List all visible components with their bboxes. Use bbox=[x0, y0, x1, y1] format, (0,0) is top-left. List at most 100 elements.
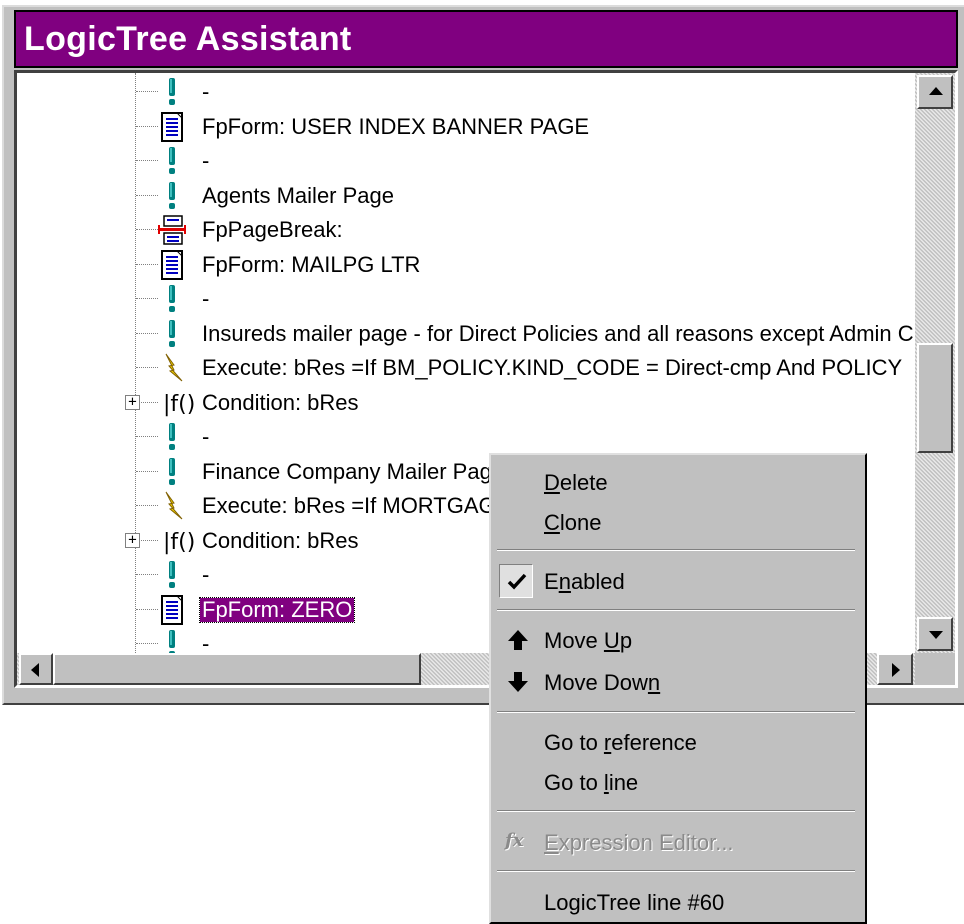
exclamation-icon bbox=[158, 181, 186, 211]
exclamation-icon bbox=[158, 422, 186, 452]
tree-row[interactable]: FpForm: MAILPG LTR bbox=[17, 248, 915, 282]
tree-connector bbox=[136, 643, 158, 644]
function-icon: fx bbox=[505, 830, 524, 851]
menu-item-label: Expression Editor... bbox=[544, 830, 734, 855]
exclamation-icon bbox=[158, 77, 186, 107]
tree-row-label: Agents Mailer Page bbox=[202, 182, 394, 208]
menu-item-go-to-line[interactable]: Go to line bbox=[491, 763, 865, 801]
tree-row-label-selected: FpForm: ZERO bbox=[198, 596, 356, 623]
tree-connector bbox=[136, 332, 158, 334]
scroll-right-button[interactable] bbox=[877, 653, 913, 685]
tree-row[interactable]: - bbox=[17, 144, 915, 178]
exclamation-icon bbox=[158, 457, 186, 487]
menu-separator bbox=[497, 810, 855, 812]
tree-connector bbox=[141, 539, 158, 541]
arrow-down-icon bbox=[929, 631, 943, 639]
horizontal-scroll-thumb[interactable] bbox=[53, 653, 421, 685]
tree-row-label: - bbox=[202, 148, 210, 173]
tree-row[interactable]: Execute: bRes =If BM_POLICY.KIND_CODE = … bbox=[17, 351, 915, 385]
tree-row-label: - bbox=[202, 562, 210, 587]
tree-connector bbox=[141, 401, 158, 403]
tree-row-label: Condition: bRes bbox=[202, 389, 359, 415]
menu-item-logictree-line[interactable]: LogicTree line #60 bbox=[491, 883, 865, 921]
tree-connector bbox=[136, 160, 158, 161]
menu-separator bbox=[497, 711, 855, 713]
menu-item-label: Enabled bbox=[544, 569, 625, 594]
scroll-left-button[interactable] bbox=[19, 653, 53, 685]
menu-item-enabled[interactable]: Enabled bbox=[491, 562, 865, 600]
tree-row[interactable]: - bbox=[17, 282, 915, 316]
menu-item-go-to-reference[interactable]: Go to reference bbox=[491, 723, 865, 761]
checkmark-icon bbox=[507, 573, 527, 590]
tree-row-label: Condition: bRes bbox=[202, 527, 359, 553]
menu-item-expression-editor: fx Expression Editor... bbox=[491, 823, 865, 861]
tree-connector bbox=[136, 608, 158, 610]
tree-row-label: FpPageBreak: bbox=[202, 217, 343, 242]
tree-row[interactable]: FpPageBreak: bbox=[17, 213, 915, 247]
tree-row[interactable]: + |f() Condition: bRes bbox=[17, 386, 915, 420]
scroll-thumb[interactable] bbox=[917, 343, 953, 453]
arrow-left-icon bbox=[31, 663, 39, 677]
tree-row[interactable]: - bbox=[17, 420, 915, 454]
tree-connector bbox=[136, 125, 158, 127]
tree-connector bbox=[136, 436, 158, 437]
scroll-up-button[interactable] bbox=[917, 75, 953, 109]
exclamation-icon bbox=[158, 629, 186, 653]
expand-toggle[interactable]: + bbox=[125, 394, 140, 410]
menu-item-label: Move Down bbox=[544, 670, 661, 695]
tree-row-label: Insureds mailer page - for Direct Polici… bbox=[202, 320, 915, 346]
tree-row-label: - bbox=[202, 424, 210, 449]
vertical-scrollbar[interactable] bbox=[915, 73, 955, 653]
tree-row-label: FpForm: USER INDEX BANNER PAGE bbox=[202, 113, 590, 139]
lightning-icon bbox=[158, 491, 186, 521]
exclamation-icon bbox=[158, 560, 186, 590]
scrollbar-corner bbox=[915, 653, 955, 685]
tree-row-label: - bbox=[202, 631, 210, 654]
tree-row[interactable]: FpForm: USER INDEX BANNER PAGE bbox=[17, 110, 915, 144]
menu-item-delete[interactable]: Delete bbox=[491, 463, 865, 501]
lightning-icon bbox=[158, 353, 186, 383]
form-page-icon bbox=[158, 249, 186, 280]
window-title: LogicTree Assistant bbox=[14, 10, 958, 68]
tree-row-label: - bbox=[202, 286, 210, 311]
tree-connector bbox=[136, 194, 158, 196]
tree-row[interactable]: Insureds mailer page - for Direct Polici… bbox=[17, 317, 915, 351]
menu-item-clone[interactable]: Clone bbox=[491, 503, 865, 541]
tree-connector bbox=[136, 91, 158, 92]
tree-row-label: FpForm: MAILPG LTR bbox=[202, 251, 421, 277]
scroll-down-button[interactable] bbox=[917, 617, 953, 651]
form-page-icon bbox=[158, 111, 186, 142]
menu-item-move-up[interactable]: Move Up bbox=[491, 621, 865, 659]
tree-row-label: Finance Company Mailer Page bbox=[202, 458, 505, 484]
tree-connector bbox=[136, 229, 158, 230]
arrow-down-icon bbox=[508, 672, 528, 692]
tree-connector bbox=[136, 470, 158, 472]
tree-row-label: - bbox=[202, 79, 210, 104]
tree-connector bbox=[136, 574, 158, 575]
menu-item-label: Clone bbox=[544, 510, 602, 535]
form-page-icon bbox=[158, 594, 186, 625]
menu-item-move-down[interactable]: Move Down bbox=[491, 663, 865, 701]
exclamation-icon bbox=[158, 319, 186, 349]
menu-item-label: LogicTree line #60 bbox=[544, 890, 725, 915]
menu-item-label: Go to line bbox=[544, 770, 639, 795]
condition-icon: |f() bbox=[160, 526, 200, 556]
tree-row-label: Execute: bRes =If BM_POLICY.KIND_CODE = … bbox=[202, 355, 903, 380]
menu-item-label: Go to reference bbox=[544, 730, 697, 755]
arrow-up-icon bbox=[929, 87, 943, 95]
svg-text:|f(): |f() bbox=[163, 392, 195, 417]
exclamation-icon bbox=[158, 146, 186, 176]
menu-separator bbox=[497, 549, 855, 551]
tree-row[interactable]: - bbox=[17, 75, 915, 109]
tree-connector bbox=[136, 505, 158, 506]
menu-item-label: Delete bbox=[544, 470, 608, 495]
tree-connector bbox=[136, 298, 158, 299]
menu-item-label: Move Up bbox=[544, 628, 633, 653]
condition-icon: |f() bbox=[160, 388, 200, 418]
expand-toggle[interactable]: + bbox=[125, 532, 140, 548]
page-break-icon bbox=[158, 215, 186, 245]
arrow-up-icon bbox=[508, 630, 528, 650]
tree-row[interactable]: Agents Mailer Page bbox=[17, 179, 915, 213]
menu-separator bbox=[497, 609, 855, 611]
tree-connector bbox=[136, 367, 158, 368]
